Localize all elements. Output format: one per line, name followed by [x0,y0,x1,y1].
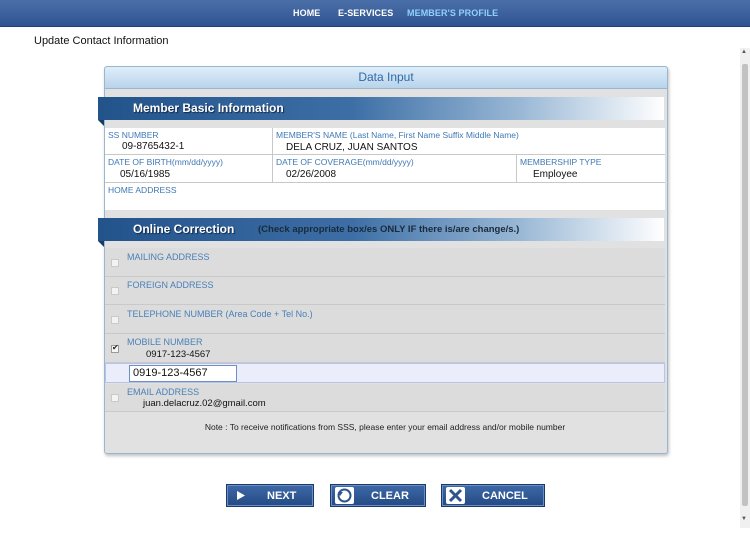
member-name-cell: MEMBER'S NAME (Last Name, First Name Suf… [273,128,665,155]
nav-members-profile[interactable]: MEMBER'S PROFILE [407,8,498,18]
play-arrow-icon [231,487,250,504]
member-name-label: MEMBER'S NAME (Last Name, First Name Suf… [276,130,519,140]
mailing-address-checkbox[interactable] [111,259,119,267]
mobile-number-label: MOBILE NUMBER [127,337,203,347]
telephone-row: TELEPHONE NUMBER (Area Code + Tel No.) [105,305,665,334]
nav-e-services[interactable]: E-SERVICES [338,8,393,18]
ss-number-label: SS NUMBER [108,130,159,140]
clear-button-label: CLEAR [371,490,409,502]
foreign-address-label: FOREIGN ADDRESS [127,280,214,290]
membership-type-cell: MEMBERSHIP TYPE Employee [517,155,665,183]
online-correction-note: (Check appropriate box/es ONLY IF there … [258,224,520,235]
basic-info-header: Member Basic Information [98,97,664,126]
home-address-label: HOME ADDRESS [108,185,177,195]
next-button[interactable]: NEXT [226,484,314,507]
mailing-address-label: MAILING ADDRESS [127,252,210,262]
membership-type-value: Employee [533,169,578,180]
close-x-icon [446,487,465,504]
cancel-button[interactable]: CANCEL [441,484,545,507]
scroll-up-arrow-icon[interactable]: ▲ [741,49,747,55]
telephone-label: TELEPHONE NUMBER (Area Code + Tel No.) [127,309,313,319]
next-button-label: NEXT [267,490,297,502]
page-title: Update Contact Information [34,35,169,47]
mobile-number-current: 0917-123-4567 [146,349,211,360]
top-nav: HOME E-SERVICES MEMBER'S PROFILE [0,0,750,27]
coverage-date-value: 02/26/2008 [286,169,337,180]
cancel-button-label: CANCEL [482,490,528,502]
dob-cell: DATE OF BIRTH(mm/dd/yyyy) 05/16/1985 [105,155,273,183]
email-row: EMAIL ADDRESS juan.delacruz.02@gmail.com [105,384,665,412]
scroll-down-arrow-icon[interactable]: ▼ [741,516,747,522]
notification-note: Note : To receive notifications from SSS… [204,422,566,432]
membership-type-label: MEMBERSHIP TYPE [520,157,602,167]
member-name-value: DELA CRUZ, JUAN SANTOS [286,142,418,153]
ss-number-cell: SS NUMBER 09-8765432-1 [105,128,273,155]
coverage-date-cell: DATE OF COVERAGE(mm/dd/yyyy) 02/26/2008 [273,155,517,183]
clear-button[interactable]: CLEAR [330,484,426,507]
online-correction-header: Online Correction (Check appropriate box… [98,218,664,247]
telephone-checkbox[interactable] [111,316,119,324]
basic-info-table: SS NUMBER 09-8765432-1 MEMBER'S NAME (La… [105,128,665,210]
foreign-address-checkbox[interactable] [111,287,119,295]
mobile-number-row: MOBILE NUMBER 0917-123-4567 [105,334,665,363]
home-address-cell: HOME ADDRESS [105,183,665,210]
dob-label: DATE OF BIRTH(mm/dd/yyyy) [108,157,223,167]
undo-arrow-icon [335,487,354,504]
nav-home[interactable]: HOME [293,8,320,18]
new-mobile-number-input[interactable]: 0919-123-4567 [129,365,237,382]
online-correction-title: Online Correction [133,222,235,236]
coverage-date-label: DATE OF COVERAGE(mm/dd/yyyy) [276,157,414,167]
foreign-address-row: FOREIGN ADDRESS [105,277,665,305]
dob-value: 05/16/1985 [120,169,171,180]
email-current: juan.delacruz.02@gmail.com [143,398,266,409]
mobile-number-checkbox[interactable] [111,343,119,353]
basic-info-title: Member Basic Information [133,101,284,115]
email-checkbox[interactable] [111,394,119,402]
ss-number-value: 09-8765432-1 [122,141,185,152]
email-label: EMAIL ADDRESS [127,387,200,397]
panel-title: Data Input [105,67,667,89]
mailing-address-row: MAILING ADDRESS [105,248,665,277]
scrollbar-thumb[interactable] [742,64,748,506]
